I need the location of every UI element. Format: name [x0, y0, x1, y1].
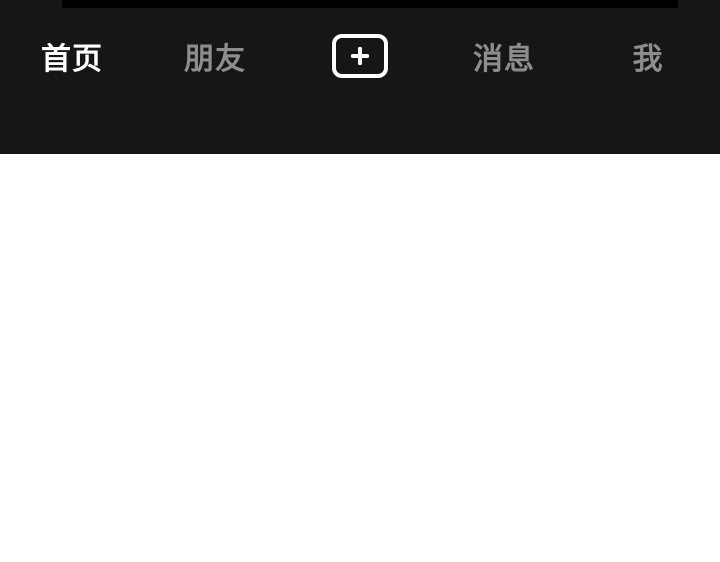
- create-tab[interactable]: [320, 20, 400, 92]
- app-screen: 首页 朋友 消息 我: [0, 0, 720, 562]
- tab-me[interactable]: 我: [618, 20, 678, 92]
- tab-me-label: 我: [632, 42, 664, 77]
- bottom-tab-bar: 首页 朋友 消息 我: [0, 0, 720, 154]
- tab-friends[interactable]: 朋友: [171, 20, 259, 92]
- tab-home-label: 首页: [41, 42, 103, 77]
- tab-home[interactable]: 首页: [28, 20, 116, 92]
- tab-messages-label: 消息: [473, 42, 535, 77]
- tab-list: 首页 朋友 消息 我: [0, 20, 720, 92]
- plus-icon: [351, 47, 369, 65]
- tab-friends-label: 朋友: [184, 42, 246, 77]
- top-edge-strip: [62, 0, 678, 8]
- tab-messages[interactable]: 消息: [460, 20, 548, 92]
- create-button[interactable]: [332, 34, 388, 78]
